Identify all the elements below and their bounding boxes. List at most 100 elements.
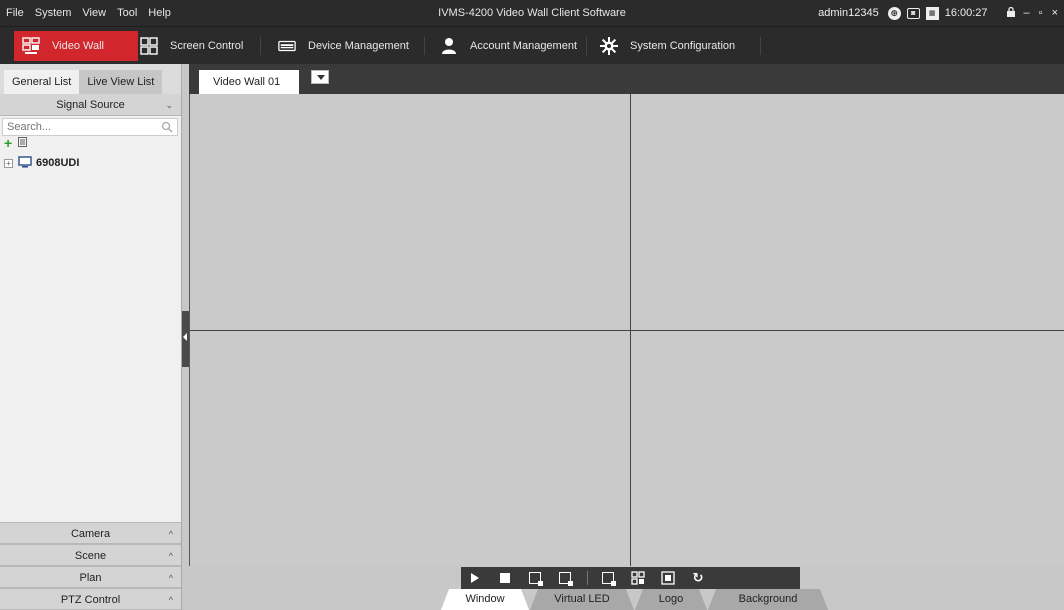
camera-section-header[interactable]: Camera ^ <box>0 522 181 544</box>
nav-separator <box>586 37 587 55</box>
tree-item-6908udi[interactable]: + 6908UDI <box>0 154 181 172</box>
scene-section-header[interactable]: Scene ^ <box>0 544 181 566</box>
network-status-icon[interactable]: ⊕ <box>887 6 901 20</box>
left-panel-tabs: General List Live View List <box>0 64 181 94</box>
menu-help[interactable]: Help <box>148 7 171 19</box>
nav-label: Device Management <box>308 40 409 52</box>
nav-label: Screen Control <box>170 40 244 52</box>
account-management-icon <box>440 37 458 55</box>
chevron-up-icon: ^ <box>168 529 173 539</box>
main-nav: Video Wall Screen Control Device Managem… <box>0 26 1064 64</box>
chevron-up-icon: ^ <box>168 595 173 605</box>
bottom-toolbar: ↻ Window Virtual LED Logo Background Pic… <box>189 566 1064 610</box>
refresh-icon: ↻ <box>692 570 704 585</box>
panel-sections: Camera ^ Scene ^ Plan ^ PTZ Control ^ <box>0 522 181 610</box>
toolbar-divider <box>587 571 588 585</box>
close-window-button[interactable] <box>521 567 549 589</box>
screen-control-icon <box>140 37 158 55</box>
play-button[interactable] <box>461 567 489 589</box>
nav-screen-control[interactable]: Screen Control <box>132 31 262 61</box>
signal-source-header[interactable]: Signal Source ⌄ <box>0 94 181 116</box>
section-title: Signal Source <box>56 99 125 111</box>
clock: 16:00:27 <box>944 7 988 19</box>
nav-label: Account Management <box>470 40 578 52</box>
section-title: PTZ Control <box>60 594 121 606</box>
tab-general-list[interactable]: General List <box>4 70 80 94</box>
nav-device-management[interactable]: Device Management <box>270 31 420 61</box>
panel-collapse-handle[interactable] <box>182 311 189 367</box>
menu-file[interactable]: File <box>6 7 24 19</box>
video-wall-tabstrip: Video Wall 01 <box>189 64 1064 94</box>
wall-dropdown-button[interactable] <box>311 70 329 84</box>
tab-logo[interactable]: Logo <box>635 589 707 610</box>
wall-screen-1[interactable] <box>190 94 630 330</box>
alarm-status-icon[interactable]: ◙ <box>906 7 920 19</box>
refresh-button[interactable]: ↻ <box>684 567 712 589</box>
ptz-control-section-header[interactable]: PTZ Control ^ <box>0 588 181 610</box>
tab-video-wall-01[interactable]: Video Wall 01 <box>199 70 299 94</box>
nav-label: System Configuration <box>630 40 736 52</box>
video-wall-canvas[interactable] <box>189 94 1064 566</box>
tab-window[interactable]: Window <box>441 589 529 610</box>
fullscreen-icon <box>661 571 675 585</box>
tab-background-picture[interactable]: Background Picture <box>708 589 828 610</box>
minimize-icon[interactable]: – <box>1024 7 1030 19</box>
nav-label: Video Wall <box>52 40 104 52</box>
source-toolbar: + <box>0 136 181 150</box>
wall-screen-3[interactable] <box>190 331 630 566</box>
chevron-up-icon: ^ <box>168 551 173 561</box>
stop-button[interactable] <box>491 567 519 589</box>
nav-separator <box>260 37 261 55</box>
video-wall-icon <box>22 37 40 55</box>
expand-icon[interactable]: + <box>4 158 13 168</box>
capture-icon <box>602 572 616 586</box>
split-screen-icon <box>631 571 645 585</box>
title-status: admin12345 ⊕ ◙ ▦ 16:00:27 – ▫ × <box>818 0 1058 26</box>
collapse-arrow-icon <box>183 333 187 341</box>
menu-tool[interactable]: Tool <box>117 7 137 19</box>
left-panel: General List Live View List Signal Sourc… <box>0 64 182 610</box>
capture-button[interactable] <box>594 567 622 589</box>
section-title: Plan <box>79 572 102 584</box>
list-icon[interactable] <box>18 136 28 150</box>
stop-icon <box>500 573 510 583</box>
chevron-down-icon: ⌄ <box>165 100 173 110</box>
device-management-icon <box>278 37 296 55</box>
tree-item-label: 6908UDI <box>36 157 80 169</box>
encoder-device-icon <box>18 155 32 171</box>
nav-separator <box>760 37 761 55</box>
output-window-button[interactable] <box>551 567 579 589</box>
maximize-icon[interactable]: ▫ <box>1039 7 1043 19</box>
section-title: Scene <box>74 550 107 562</box>
tab-live-view-list[interactable]: Live View List <box>79 70 163 94</box>
search-box <box>2 118 178 136</box>
add-icon[interactable]: + <box>4 136 12 150</box>
wall-control-bar: ↻ <box>461 567 800 589</box>
dropdown-arrow-icon <box>317 75 325 80</box>
nav-separator <box>424 37 425 55</box>
nav-video-wall[interactable]: Video Wall <box>14 31 138 61</box>
wall-screen-2[interactable] <box>631 94 1064 330</box>
chevron-up-icon: ^ <box>168 573 173 583</box>
search-icon[interactable] <box>161 121 173 133</box>
close-icon[interactable]: × <box>1052 7 1058 19</box>
current-user: admin12345 <box>818 7 879 19</box>
wall-screen-4[interactable] <box>631 331 1064 566</box>
tab-virtual-led[interactable]: Virtual LED <box>530 589 634 610</box>
section-title: Camera <box>70 528 111 540</box>
play-icon <box>471 573 479 583</box>
plan-section-header[interactable]: Plan ^ <box>0 566 181 588</box>
system-configuration-icon <box>600 37 618 55</box>
mode-tabs: Window Virtual LED Logo Background Pictu… <box>441 589 829 610</box>
calendar-icon: ▦ <box>925 6 939 20</box>
split-screen-button[interactable] <box>624 567 652 589</box>
menu-view[interactable]: View <box>82 7 106 19</box>
close-window-icon <box>529 572 543 586</box>
menu-system[interactable]: System <box>35 7 72 19</box>
nav-system-configuration[interactable]: System Configuration <box>592 31 762 61</box>
nav-account-management[interactable]: Account Management <box>432 31 592 61</box>
output-window-icon <box>559 572 573 586</box>
lock-icon[interactable] <box>1006 6 1015 20</box>
fullscreen-button[interactable] <box>654 567 682 589</box>
search-input[interactable] <box>3 119 153 135</box>
